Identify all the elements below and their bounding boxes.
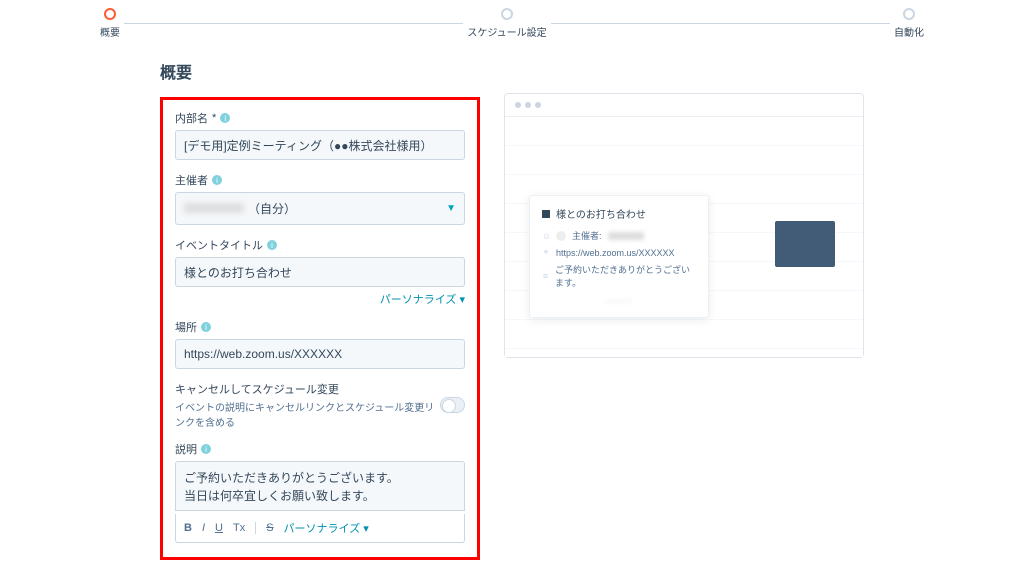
- form-highlight: 内部名 * i 主催者 i （自分） ▼ イベ: [160, 97, 480, 560]
- cal-location-text: https://web.zoom.us/XXXXXX: [556, 248, 675, 258]
- label-text: 場所: [175, 319, 197, 335]
- bold-button[interactable]: B: [184, 522, 192, 534]
- field-event-title: イベントタイトル i パーソナライズ ▾: [175, 237, 465, 307]
- label-text: 説明: [175, 441, 197, 457]
- cal-desc-row: ≡ ご予約いただきありがとうございます。: [542, 263, 696, 289]
- blurred-text: ………: [606, 294, 633, 304]
- strike-button[interactable]: S: [266, 522, 273, 534]
- organizer-suffix: （自分）: [248, 202, 296, 216]
- underline-button[interactable]: U: [215, 522, 223, 534]
- step-line: [124, 23, 463, 24]
- blurred-name: [608, 232, 644, 240]
- doc-icon: ≡: [542, 271, 549, 281]
- cal-organizer-row: ☺ 主催者:: [542, 229, 696, 242]
- info-icon[interactable]: i: [212, 175, 222, 185]
- info-icon[interactable]: i: [267, 240, 277, 250]
- field-location: 場所 i: [175, 319, 465, 369]
- organizer-label: 主催者 i: [175, 172, 465, 188]
- description-label: 説明 i: [175, 441, 465, 457]
- step-circle: [501, 8, 513, 20]
- cancel-label: キャンセルしてスケジュール変更: [175, 381, 440, 397]
- calendar-event-block: [775, 221, 835, 267]
- cal-desc-text: ご予約いただきありがとうございます。: [555, 263, 696, 289]
- step-label-schedule: スケジュール設定: [467, 24, 546, 39]
- step-label-overview: 概要: [100, 24, 120, 39]
- personalize-link[interactable]: パーソナライズ ▾: [284, 520, 369, 536]
- personalize-link[interactable]: パーソナライズ ▾: [380, 291, 465, 307]
- location-label: 場所 i: [175, 319, 465, 335]
- cal-location-row: ⌖ https://web.zoom.us/XXXXXX: [542, 247, 696, 258]
- stepper: 概要 スケジュール設定 自動化: [0, 0, 1024, 43]
- cancel-toggle[interactable]: [440, 397, 465, 413]
- pin-icon: ⌖: [542, 247, 550, 258]
- step-line: [551, 23, 890, 24]
- step-automation[interactable]: 自動化: [894, 8, 924, 39]
- label-text: イベントタイトル: [175, 237, 263, 253]
- editor-toolbar: B I U Tx S パーソナライズ ▾: [175, 514, 465, 543]
- info-icon[interactable]: i: [201, 444, 211, 454]
- location-input[interactable]: [175, 339, 465, 369]
- label-text: 主催者: [175, 172, 208, 188]
- info-icon[interactable]: i: [220, 113, 230, 123]
- window-dot: [515, 102, 521, 108]
- preview-card: 様とのお打ち合わせ ☺ 主催者: ⌖ https://web.zoom.us/X…: [504, 93, 864, 358]
- event-title-label: イベントタイトル i: [175, 237, 465, 253]
- calendar-event-card: 様とのお打ち合わせ ☺ 主催者: ⌖ https://web.zoom.us/X…: [529, 195, 709, 318]
- step-schedule[interactable]: スケジュール設定: [467, 8, 546, 39]
- clear-format-button[interactable]: Tx: [233, 522, 245, 534]
- internal-name-label: 内部名 * i: [175, 110, 465, 126]
- preview-body: 様とのお打ち合わせ ☺ 主催者: ⌖ https://web.zoom.us/X…: [505, 117, 863, 357]
- label-text: 内部名: [175, 110, 208, 126]
- preview-window-controls: [505, 94, 863, 117]
- window-dot: [525, 102, 531, 108]
- step-overview[interactable]: 概要: [100, 8, 120, 39]
- color-square-icon: [542, 210, 550, 218]
- organizer-select[interactable]: （自分） ▼: [175, 192, 465, 225]
- chevron-down-icon: ▾: [363, 523, 369, 535]
- chevron-down-icon: ▼: [446, 203, 456, 214]
- italic-button[interactable]: I: [202, 522, 205, 534]
- step-label-automation: 自動化: [894, 24, 924, 39]
- field-description: 説明 i B I U Tx S パーソナライズ ▾: [175, 441, 465, 543]
- window-dot: [535, 102, 541, 108]
- divider: [255, 522, 256, 534]
- step-circle-active: [104, 8, 116, 20]
- field-internal-name: 内部名 * i: [175, 110, 465, 160]
- avatar: [556, 231, 566, 241]
- required-asterisk: *: [212, 112, 216, 124]
- step-circle: [903, 8, 915, 20]
- info-icon[interactable]: i: [201, 322, 211, 332]
- user-icon: ☺: [542, 231, 550, 241]
- cancel-desc: イベントの説明にキャンセルリンクとスケジュール変更リンクを含める: [175, 399, 440, 429]
- field-organizer: 主催者 i （自分） ▼: [175, 172, 465, 225]
- cal-title-text: 様とのお打ち合わせ: [556, 206, 646, 221]
- cal-more-row: ………: [542, 294, 696, 304]
- description-textarea[interactable]: [175, 461, 465, 511]
- cancel-toggle-row: キャンセルしてスケジュール変更 イベントの説明にキャンセルリンクとスケジュール変…: [175, 381, 465, 429]
- cal-organizer-label: 主催者:: [572, 229, 602, 242]
- internal-name-input[interactable]: [175, 130, 465, 160]
- blurred-name: [184, 203, 244, 213]
- section-title: 概要: [160, 59, 480, 83]
- cal-title: 様とのお打ち合わせ: [542, 206, 696, 221]
- event-title-input[interactable]: [175, 257, 465, 287]
- chevron-down-icon: ▾: [459, 294, 465, 306]
